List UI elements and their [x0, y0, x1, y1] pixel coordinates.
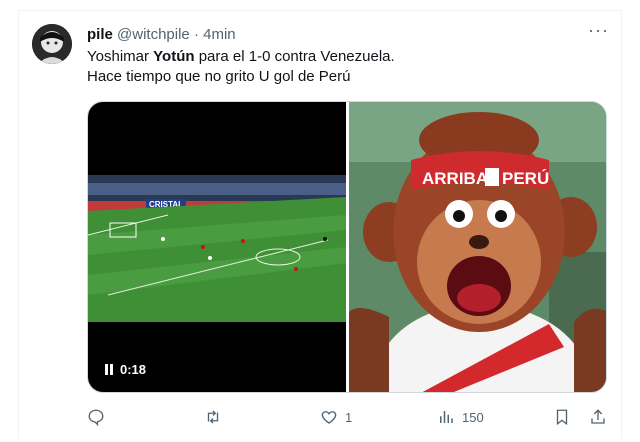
video-duration: 0:18 — [120, 362, 147, 377]
views-button[interactable]: 150 — [437, 406, 484, 428]
tweet-text: Yoshimar Yotún para el 1-0 contra Venezu… — [87, 47, 395, 87]
author-name[interactable]: pile — [87, 26, 113, 43]
tweet-line-1: Yoshimar Yotún para el 1-0 contra Venezu… — [87, 47, 395, 67]
author-handle[interactable]: @witchpile — [117, 26, 190, 43]
video-player[interactable]: CRISTAL 0:18 — [88, 102, 346, 392]
pause-icon[interactable] — [104, 364, 114, 375]
tweet-line-2: Hace tiempo que no grito U gol de Perú — [87, 68, 351, 85]
like-count: 1 — [345, 409, 353, 425]
monkey-mascot-picture: ARRIBA PERÚ — [349, 102, 606, 392]
timestamp[interactable]: 4min — [203, 26, 236, 43]
share-icon — [591, 409, 605, 424]
football-pitch-frame: CRISTAL — [88, 175, 346, 322]
separator: · — [193, 26, 199, 43]
photo-monkey-mascot[interactable]: ARRIBA PERÚ — [349, 102, 606, 392]
bookmark-icon — [556, 409, 568, 426]
avatar[interactable] — [32, 24, 72, 64]
views-count: 150 — [462, 409, 484, 425]
tweet-header: pile @witchpile · 4min — [87, 25, 236, 45]
views-icon — [440, 411, 453, 423]
action-bar: 1 150 — [87, 406, 607, 428]
media-grid: CRISTAL 0:18 ARRIBA PERÚ — [87, 101, 607, 393]
more-options-icon[interactable]: ··· — [588, 21, 608, 43]
heart-icon — [321, 411, 337, 424]
headband-text-left: ARRIBA — [422, 169, 488, 188]
bookmark-button[interactable] — [553, 406, 571, 428]
video-controls: 0:18 — [104, 362, 146, 377]
text-prefix: Yoshimar — [87, 48, 154, 65]
retweet-button[interactable] — [204, 406, 229, 428]
reply-icon — [88, 409, 104, 426]
text-bold: Yotún — [153, 48, 195, 65]
share-button[interactable] — [589, 406, 607, 428]
retweet-icon — [207, 410, 219, 424]
reply-button[interactable] — [87, 406, 112, 428]
like-button[interactable]: 1 — [320, 406, 352, 428]
text-suffix: para el 1-0 contra Venezuela. — [194, 48, 395, 65]
headband-text-right: PERÚ — [502, 169, 549, 188]
